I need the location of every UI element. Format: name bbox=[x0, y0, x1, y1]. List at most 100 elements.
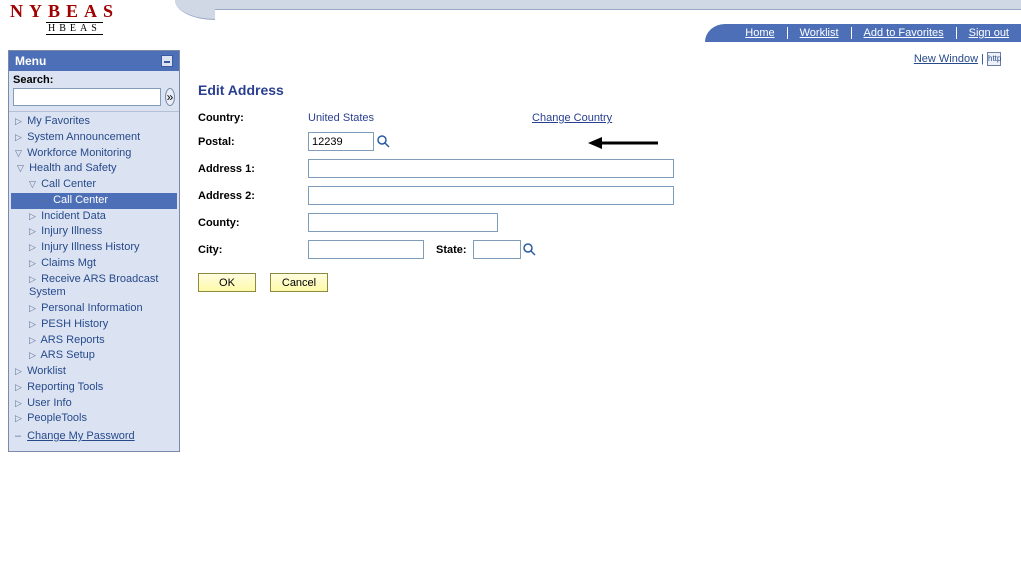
postal-input[interactable] bbox=[308, 132, 374, 151]
sidebar-item-personal-info[interactable]: Personal Information bbox=[11, 301, 177, 317]
change-country-link[interactable]: Change Country bbox=[532, 112, 612, 124]
sidebar-item-incident-data[interactable]: Incident Data bbox=[11, 209, 177, 225]
search-label: Search: bbox=[13, 74, 175, 86]
nav-tree: My Favorites System Announcement Workfor… bbox=[9, 112, 179, 451]
sidebar-item-ars-reports[interactable]: ARS Reports bbox=[11, 333, 177, 349]
chevron-right-icon bbox=[29, 273, 38, 287]
row-address2: Address 2: bbox=[198, 186, 1001, 205]
top-bar: NYBEAS HBEAS Home Worklist Add to Favori… bbox=[0, 0, 1021, 42]
address1-input[interactable] bbox=[308, 159, 674, 178]
dash-icon bbox=[15, 430, 24, 444]
row-country: Country: United States Change Country bbox=[198, 112, 1001, 124]
sidebar-item-label: Incident Data bbox=[41, 210, 106, 222]
sidebar-item-claims-mgt[interactable]: Claims Mgt bbox=[11, 256, 177, 272]
sidebar-item-worklist[interactable]: Worklist bbox=[11, 364, 177, 380]
chevron-right-icon bbox=[15, 397, 24, 411]
nav-signout[interactable]: Sign out bbox=[957, 27, 1021, 39]
sidebar-item-reporting[interactable]: Reporting Tools bbox=[11, 380, 177, 396]
chevron-right-icon bbox=[29, 318, 38, 332]
nav-favorites[interactable]: Add to Favorites bbox=[852, 27, 957, 39]
menu-collapse-icon[interactable] bbox=[161, 55, 173, 67]
state-lookup-icon[interactable] bbox=[523, 243, 537, 257]
sidebar-item-label: PESH History bbox=[41, 318, 108, 330]
sidebar-item-injury-illness[interactable]: Injury Illness bbox=[11, 224, 177, 240]
label-postal: Postal: bbox=[198, 136, 308, 148]
label-address2: Address 2: bbox=[198, 190, 308, 202]
sidebar: Menu Search: » My Favorites System Annou… bbox=[8, 50, 180, 452]
sidebar-item-receive-ars[interactable]: Receive ARS Broadcast System bbox=[11, 272, 177, 302]
city-input[interactable] bbox=[308, 240, 424, 259]
sidebar-item-label: ARS Reports bbox=[40, 334, 104, 346]
sidebar-item-injury-history[interactable]: Injury Illness History bbox=[11, 240, 177, 256]
help-icon[interactable]: http bbox=[987, 52, 1001, 66]
sidebar-item-label: Call Center bbox=[53, 194, 108, 206]
sidebar-item-pesh-history[interactable]: PESH History bbox=[11, 317, 177, 333]
cancel-button[interactable]: Cancel bbox=[270, 273, 328, 292]
sidebar-item-label: Worklist bbox=[27, 365, 66, 377]
sidebar-item-label: Injury Illness History bbox=[41, 241, 139, 253]
logo-top: NYBEAS bbox=[10, 2, 119, 20]
chevron-right-icon bbox=[29, 210, 38, 224]
sidebar-item-label: Injury Illness bbox=[41, 225, 102, 237]
sidebar-item-favorites[interactable]: My Favorites bbox=[11, 114, 177, 130]
county-input[interactable] bbox=[308, 213, 498, 232]
sidebar-item-peopletools[interactable]: PeopleTools bbox=[11, 411, 177, 427]
sidebar-item-label: Health and Safety bbox=[29, 162, 116, 174]
label-state: State: bbox=[436, 244, 467, 256]
chevron-right-icon bbox=[15, 365, 24, 379]
nav-home[interactable]: Home bbox=[733, 27, 787, 39]
button-row: OK Cancel bbox=[198, 273, 1001, 292]
chevron-right-icon bbox=[15, 381, 24, 395]
chevron-down-icon bbox=[29, 178, 38, 192]
label-country: Country: bbox=[198, 112, 308, 124]
search-go-button[interactable]: » bbox=[165, 88, 175, 106]
sidebar-item-label: Claims Mgt bbox=[41, 257, 96, 269]
go-icon: » bbox=[167, 90, 174, 104]
sidebar-search: Search: » bbox=[9, 71, 179, 112]
state-input[interactable] bbox=[473, 240, 521, 259]
sidebar-item-label: PeopleTools bbox=[27, 412, 87, 424]
chevron-right-icon bbox=[15, 115, 24, 129]
sidebar-item-change-pw[interactable]: Change My Password bbox=[11, 427, 177, 445]
sidebar-item-label[interactable]: Change My Password bbox=[27, 430, 135, 444]
new-window-link[interactable]: New Window bbox=[914, 53, 978, 65]
sidebar-item-sys-announce[interactable]: System Announcement bbox=[11, 130, 177, 146]
chevron-down-icon bbox=[15, 147, 24, 161]
search-input[interactable] bbox=[13, 88, 161, 106]
sidebar-item-health-safety[interactable]: Health and Safety bbox=[11, 161, 177, 177]
chevron-right-icon bbox=[29, 334, 38, 348]
ok-button[interactable]: OK bbox=[198, 273, 256, 292]
annotation-arrow-icon bbox=[588, 135, 658, 151]
sidebar-item-label: Reporting Tools bbox=[27, 381, 103, 393]
menu-header: Menu bbox=[9, 51, 179, 71]
nav-worklist[interactable]: Worklist bbox=[788, 27, 852, 39]
address2-input[interactable] bbox=[308, 186, 674, 205]
sidebar-item-call-center[interactable]: Call Center bbox=[11, 193, 177, 209]
top-right-links: New Window | http bbox=[198, 52, 1001, 66]
sidebar-item-label: Workforce Monitoring bbox=[27, 147, 131, 159]
sidebar-item-label: My Favorites bbox=[27, 115, 90, 127]
top-nav: Home Worklist Add to Favorites Sign out bbox=[705, 24, 1021, 42]
row-county: County: bbox=[198, 213, 1001, 232]
chevron-right-icon bbox=[29, 257, 38, 271]
chevron-down-icon bbox=[17, 162, 26, 176]
sidebar-item-call-center-folder[interactable]: Call Center bbox=[11, 177, 177, 193]
sidebar-item-user-info[interactable]: User Info bbox=[11, 396, 177, 412]
chevron-right-icon bbox=[29, 349, 38, 363]
chevron-right-icon bbox=[15, 131, 24, 145]
sidebar-item-ars-setup[interactable]: ARS Setup bbox=[11, 348, 177, 364]
postal-lookup-icon[interactable] bbox=[376, 135, 390, 149]
sidebar-item-label: Call Center bbox=[41, 178, 96, 190]
sidebar-item-label: Personal Information bbox=[41, 302, 143, 314]
dash-icon bbox=[41, 194, 50, 208]
main-content: New Window | http Edit Address Country: … bbox=[180, 42, 1021, 292]
sidebar-item-label: ARS Setup bbox=[40, 349, 94, 361]
chevron-right-icon bbox=[15, 412, 24, 426]
chevron-right-icon bbox=[29, 225, 38, 239]
header-curve: Home Worklist Add to Favorites Sign out bbox=[175, 0, 1021, 42]
chevron-right-icon bbox=[29, 302, 38, 316]
row-address1: Address 1: bbox=[198, 159, 1001, 178]
sidebar-item-workforce[interactable]: Workforce Monitoring bbox=[11, 146, 177, 162]
logo-sub: HBEAS bbox=[46, 22, 103, 35]
menu-title: Menu bbox=[15, 54, 46, 68]
